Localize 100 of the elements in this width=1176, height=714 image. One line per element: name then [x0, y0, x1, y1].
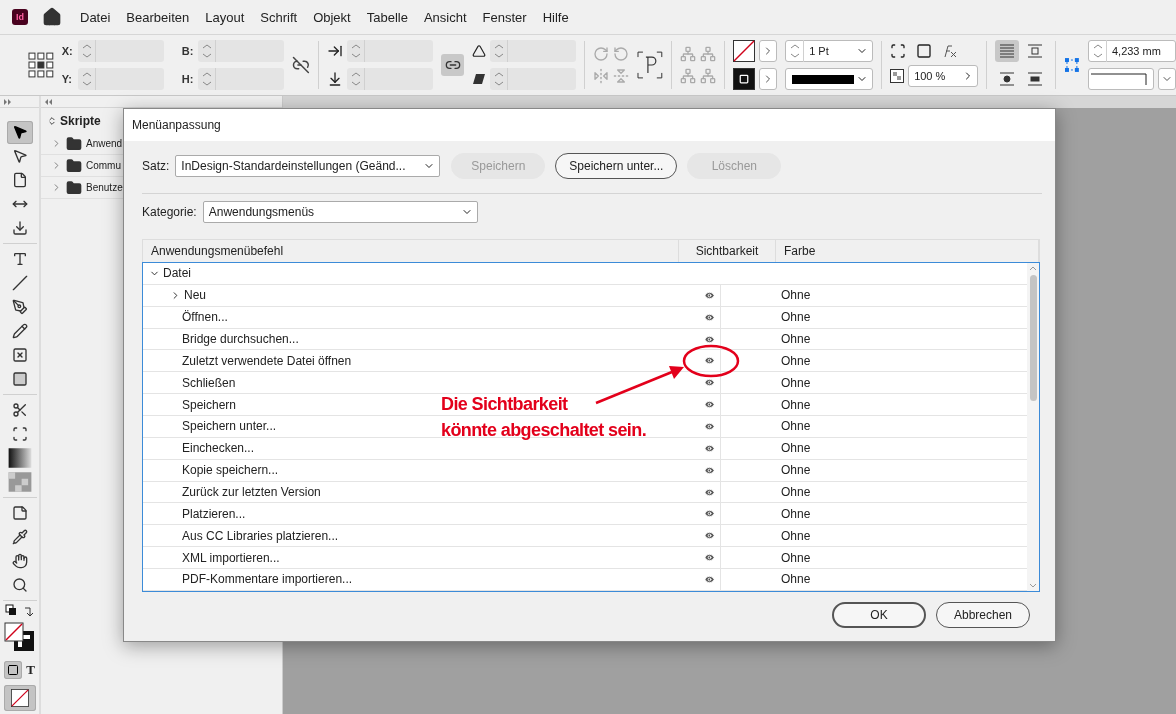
text-wrap-icon — [999, 72, 1016, 86]
menu-item[interactable]: Bearbeiten — [118, 5, 198, 29]
menu-item[interactable]: Fenster — [474, 5, 535, 29]
color-value[interactable]: Ohne — [781, 375, 811, 390]
dialog-button[interactable]: Speichern unter... — [555, 153, 678, 179]
color-value[interactable]: Ohne — [781, 353, 811, 368]
panel-tab[interactable]: Skripte — [41, 108, 125, 133]
color-value[interactable]: Ohne — [781, 397, 811, 412]
color-value[interactable]: Ohne — [781, 419, 811, 434]
stroke-weight-field[interactable]: 1 Pt — [785, 40, 874, 62]
opacity-field[interactable]: 100 % — [908, 65, 979, 87]
dialog-button[interactable]: OK — [832, 602, 926, 628]
apply-none-button[interactable] — [3, 685, 36, 711]
home-icon[interactable] — [42, 7, 62, 27]
offset-field[interactable]: 4,233 mm — [1087, 40, 1176, 62]
menu-item[interactable]: Layout — [197, 5, 253, 29]
color-value[interactable]: Ohne — [781, 506, 811, 521]
y-field[interactable] — [77, 68, 164, 90]
container-format-button[interactable] — [4, 660, 23, 679]
command-label[interactable]: Kopie speichern... — [182, 463, 279, 478]
command-label[interactable]: Speichern — [182, 397, 237, 412]
color-value[interactable]: Ohne — [781, 310, 811, 325]
angle-field[interactable] — [490, 40, 577, 62]
reference-point-icon[interactable] — [28, 52, 54, 78]
fill-stroke-swatches[interactable] — [3, 622, 36, 652]
scale-x-icon[interactable] — [326, 43, 343, 59]
tool-button[interactable] — [6, 120, 33, 144]
command-label[interactable]: Zuletzt verwendete Datei öffnen — [182, 353, 352, 368]
menu-item[interactable]: Tabelle — [358, 5, 416, 29]
chain-button[interactable] — [440, 54, 465, 76]
menu-item[interactable]: Datei — [72, 5, 119, 29]
eye-icon — [704, 442, 715, 454]
menu-item[interactable]: Objekt — [305, 5, 359, 29]
x-field[interactable] — [77, 40, 164, 62]
color-value[interactable]: Ohne — [781, 463, 811, 478]
command-label[interactable]: PDF-Kommentare importieren... — [182, 572, 353, 587]
color-value[interactable]: Ohne — [781, 550, 811, 565]
color-value[interactable]: Ohne — [781, 332, 811, 346]
offset-icon[interactable] — [1064, 57, 1080, 73]
checker-icon — [6, 469, 33, 495]
height-field[interactable] — [197, 68, 284, 90]
paragraph-frame-icon[interactable] — [637, 51, 664, 79]
expand-icon[interactable] — [4, 98, 12, 105]
scale-x-field[interactable] — [346, 40, 433, 62]
eye-icon — [704, 573, 715, 585]
x-label: X: — [61, 45, 74, 57]
tool-button[interactable] — [6, 446, 33, 470]
command-label[interactable]: Neu — [184, 288, 206, 303]
fill-stroke-swap-icon[interactable] — [4, 604, 35, 618]
swatch-menu-button[interactable] — [759, 68, 778, 90]
text-format-button[interactable]: T — [26, 661, 35, 678]
line-icon — [11, 275, 28, 291]
category-dropdown[interactable]: Anwendungsmenüs — [202, 201, 478, 223]
unlink-icon[interactable] — [291, 56, 310, 74]
width-field[interactable] — [197, 40, 284, 62]
menu-group-label[interactable]: Datei — [163, 266, 191, 281]
angle-icon[interactable] — [472, 44, 487, 58]
shadow-square-icon[interactable] — [916, 43, 933, 59]
command-label[interactable]: Einchecken... — [182, 441, 255, 456]
download-icon — [11, 220, 28, 236]
scissors-icon — [11, 402, 28, 418]
effects-icon[interactable] — [942, 43, 959, 59]
command-label[interactable]: Öffnen... — [182, 310, 228, 325]
fill-swatch[interactable] — [733, 68, 756, 90]
menu-item[interactable]: Ansicht — [415, 5, 475, 29]
stroke-swatch[interactable] — [733, 40, 756, 62]
menu-item[interactable]: Schrift — [252, 5, 306, 29]
scrollbar[interactable] — [1027, 263, 1039, 591]
menu-item[interactable]: Hilfe — [534, 5, 577, 29]
scale-y-field[interactable] — [346, 68, 433, 90]
shear-icon[interactable] — [472, 72, 487, 86]
color-value[interactable]: Ohne — [781, 528, 811, 543]
page-icon — [11, 172, 28, 188]
color-value[interactable]: Ohne — [781, 485, 811, 499]
shear-field[interactable] — [490, 68, 577, 90]
eye-icon — [704, 420, 715, 432]
width-label: B: — [181, 45, 194, 57]
command-label[interactable]: Aus CC Libraries platzieren... — [182, 528, 339, 543]
color-value[interactable]: Ohne — [781, 288, 811, 303]
command-label[interactable]: Bridge durchsuchen... — [182, 332, 299, 346]
dialog-button[interactable]: Abbrechen — [936, 602, 1030, 628]
eye-icon — [704, 377, 715, 389]
command-label[interactable]: Speichern unter... — [182, 419, 277, 434]
eye-icon — [704, 399, 715, 411]
set-dropdown[interactable]: InDesign-Standardeinstellungen (Geänd... — [175, 155, 441, 177]
command-label[interactable]: Schließen — [182, 375, 236, 390]
scroll-thumb[interactable] — [1029, 275, 1037, 401]
color-value[interactable]: Ohne — [781, 441, 811, 456]
opacity-icon[interactable] — [890, 69, 905, 83]
contour-dropdown[interactable] — [1087, 68, 1154, 90]
corner-icon[interactable] — [890, 43, 907, 59]
app-logo[interactable]: Id — [12, 9, 28, 25]
command-label[interactable]: Zurück zur letzten Version — [182, 485, 321, 499]
command-label[interactable]: XML importieren... — [182, 550, 280, 565]
collapse-icon[interactable] — [45, 98, 53, 105]
arrow-pointer-icon — [11, 124, 28, 140]
color-value[interactable]: Ohne — [781, 572, 811, 587]
stroke-style-dropdown[interactable] — [785, 68, 874, 90]
command-label[interactable]: Platzieren... — [182, 506, 246, 521]
swatch-menu-button[interactable] — [759, 40, 778, 62]
